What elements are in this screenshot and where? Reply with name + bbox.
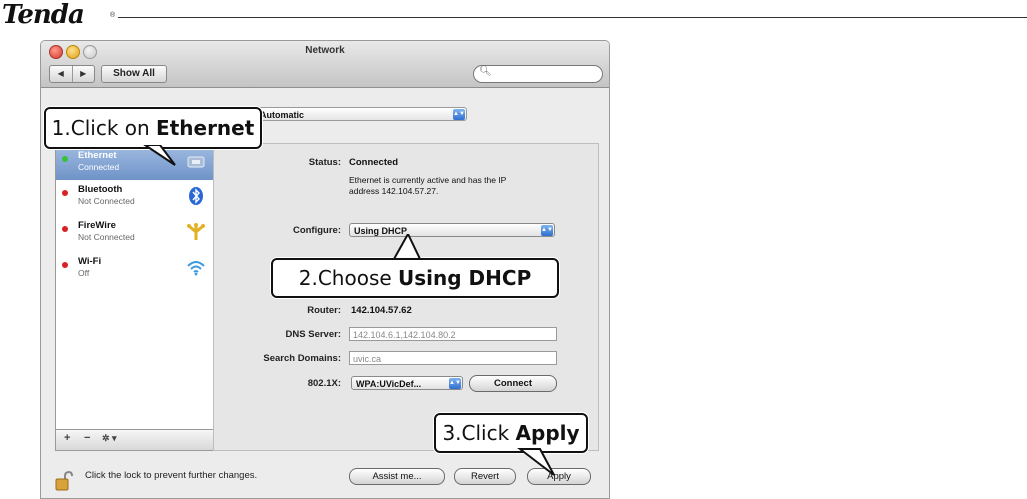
dns-server-label: DNS Server: bbox=[285, 329, 341, 340]
status-label: Status: bbox=[308, 157, 341, 168]
back-arrow-icon[interactable]: ◀ bbox=[50, 66, 73, 82]
service-list: Ethernet Connected Bluetooth Not Connect… bbox=[55, 145, 217, 451]
status-dot bbox=[62, 262, 68, 268]
router-value: 142.104.57.62 bbox=[351, 305, 412, 316]
service-name: Ethernet bbox=[78, 150, 117, 161]
status-dot bbox=[62, 156, 68, 162]
router-label: Router: bbox=[307, 305, 341, 316]
dns-server-field[interactable]: 142.104.6.1,142.104.80.2 bbox=[349, 327, 557, 341]
remove-service-button[interactable]: − bbox=[84, 432, 90, 444]
status-value: Connected bbox=[349, 157, 399, 168]
lock-icon[interactable] bbox=[55, 471, 73, 491]
wifi-icon bbox=[187, 261, 205, 276]
revert-button[interactable]: Revert bbox=[454, 468, 516, 485]
dot1x-label: 802.1X: bbox=[307, 378, 341, 389]
nav-back-forward: ◀ ▶ bbox=[49, 65, 95, 83]
service-item-wifi[interactable]: Wi-Fi Off bbox=[56, 254, 216, 286]
search-icon: 🔍︎ bbox=[479, 66, 492, 77]
callout-step1-bold: Ethernet bbox=[156, 116, 255, 140]
show-all-button[interactable]: Show All bbox=[101, 65, 167, 83]
status-description-line2: address 142.104.57.27. bbox=[349, 186, 439, 196]
trademark-mark: ® bbox=[110, 12, 116, 19]
service-status: Not Connected bbox=[78, 196, 135, 206]
popup-arrows-icon: ▲▼ bbox=[453, 109, 465, 120]
service-status: Off bbox=[78, 268, 90, 278]
callout-step2-pointer bbox=[392, 234, 422, 260]
configure-popup[interactable]: Using DHCP ▲▼ bbox=[349, 223, 555, 237]
search-field[interactable]: 🔍︎ bbox=[473, 65, 603, 83]
logo-text: Tenda bbox=[2, 0, 85, 30]
callout-step2-bold: Using DHCP bbox=[398, 266, 532, 290]
callout-step1-text: 1.Click on bbox=[51, 116, 157, 140]
callout-step3: 3.Click Apply bbox=[434, 413, 588, 453]
status-dot bbox=[62, 226, 68, 232]
bluetooth-icon bbox=[189, 187, 203, 205]
callout-step3-pointer bbox=[517, 448, 555, 476]
service-name: FireWire bbox=[78, 220, 116, 231]
tenda-logo: Tenda bbox=[2, 0, 85, 30]
location-popup[interactable]: Automatic ▲▼ bbox=[255, 107, 467, 121]
header-divider bbox=[118, 17, 1027, 18]
dot1x-popup[interactable]: WPA:UVicDef... ▲▼ bbox=[351, 376, 463, 390]
callout-step2: 2.Choose Using DHCP bbox=[271, 258, 559, 298]
connect-button[interactable]: Connect bbox=[469, 375, 557, 392]
status-dot bbox=[62, 190, 68, 196]
callout-step3-bold: Apply bbox=[515, 421, 580, 445]
callout-step1: 1.Click on Ethernet bbox=[44, 107, 262, 149]
gear-icon[interactable]: ✲ ▾ bbox=[102, 433, 117, 444]
service-status: Not Connected bbox=[78, 232, 135, 242]
assist-me-button[interactable]: Assist me... bbox=[349, 468, 445, 485]
callout-step2-text: 2.Choose bbox=[298, 266, 399, 290]
lock-hint-text: Click the lock to prevent further change… bbox=[85, 470, 258, 481]
service-name: Bluetooth bbox=[78, 184, 123, 195]
window-title: Network bbox=[305, 45, 345, 56]
callout-step3-text: 3.Click bbox=[442, 421, 516, 445]
popup-arrows-icon: ▲▼ bbox=[541, 225, 553, 236]
service-name: Wi-Fi bbox=[78, 256, 102, 267]
add-service-button[interactable]: + bbox=[64, 432, 70, 444]
callout-step1-pointer bbox=[143, 145, 176, 166]
service-list-toolbar: + − ✲ ▾ bbox=[55, 429, 217, 451]
status-description-line1: Ethernet is currently active and has the… bbox=[349, 175, 507, 185]
forward-arrow-icon[interactable]: ▶ bbox=[73, 66, 95, 82]
location-value: Automatic bbox=[260, 110, 305, 120]
titlebar: Network ◀ ▶ Show All 🔍︎ bbox=[41, 41, 609, 88]
popup-arrows-icon: ▲▼ bbox=[449, 378, 461, 389]
service-item-bluetooth[interactable]: Bluetooth Not Connected bbox=[56, 182, 216, 214]
service-status: Connected bbox=[78, 162, 120, 172]
configure-label: Configure: bbox=[292, 225, 341, 236]
search-domains-field[interactable]: uvic.ca bbox=[349, 351, 557, 365]
search-domains-label: Search Domains: bbox=[263, 353, 341, 364]
dot1x-value: WPA:UVicDef... bbox=[356, 379, 422, 389]
